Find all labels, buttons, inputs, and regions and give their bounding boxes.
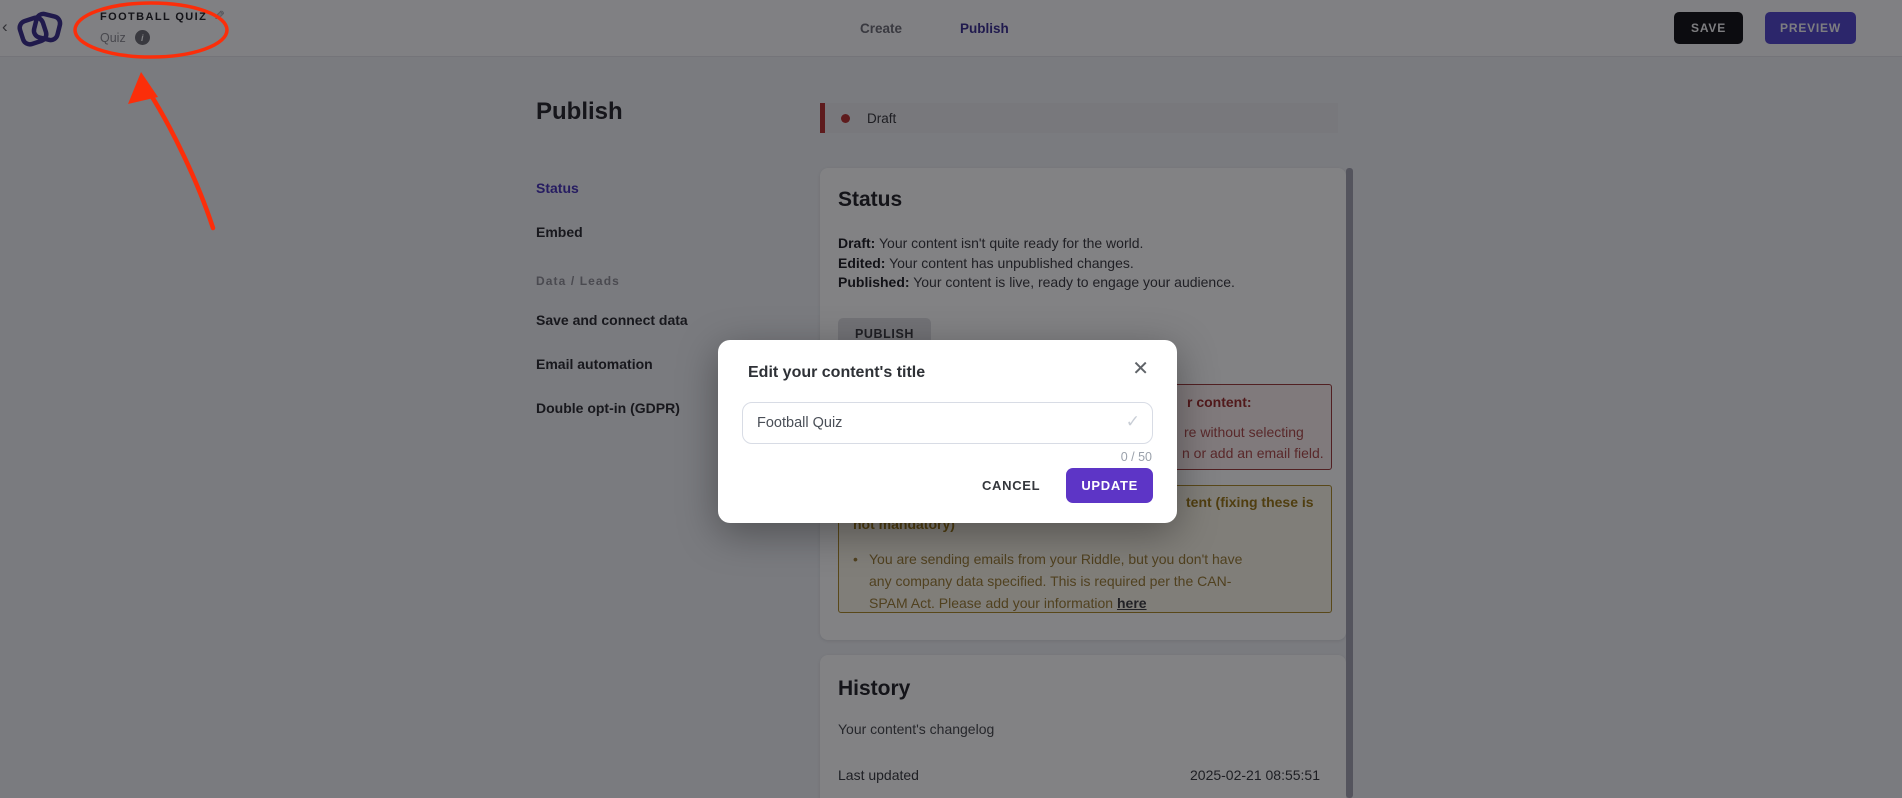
- cancel-button[interactable]: CANCEL: [982, 478, 1040, 493]
- char-counter: 0 / 50: [1120, 450, 1152, 464]
- checkmark-icon: ✓: [1125, 412, 1140, 431]
- edit-title-modal: Edit your content's title ✕ ✓ 0 / 50 CAN…: [718, 340, 1177, 523]
- update-button[interactable]: UPDATE: [1066, 468, 1153, 503]
- modal-title: Edit your content's title: [748, 364, 926, 381]
- close-icon[interactable]: ✕: [1132, 359, 1149, 379]
- title-input-wrapper: ✓: [742, 402, 1153, 444]
- title-input[interactable]: [757, 403, 1107, 443]
- app-window: ‹ FOOTBALL QUIZ✎ Quiz i Create Publish S…: [0, 0, 1902, 798]
